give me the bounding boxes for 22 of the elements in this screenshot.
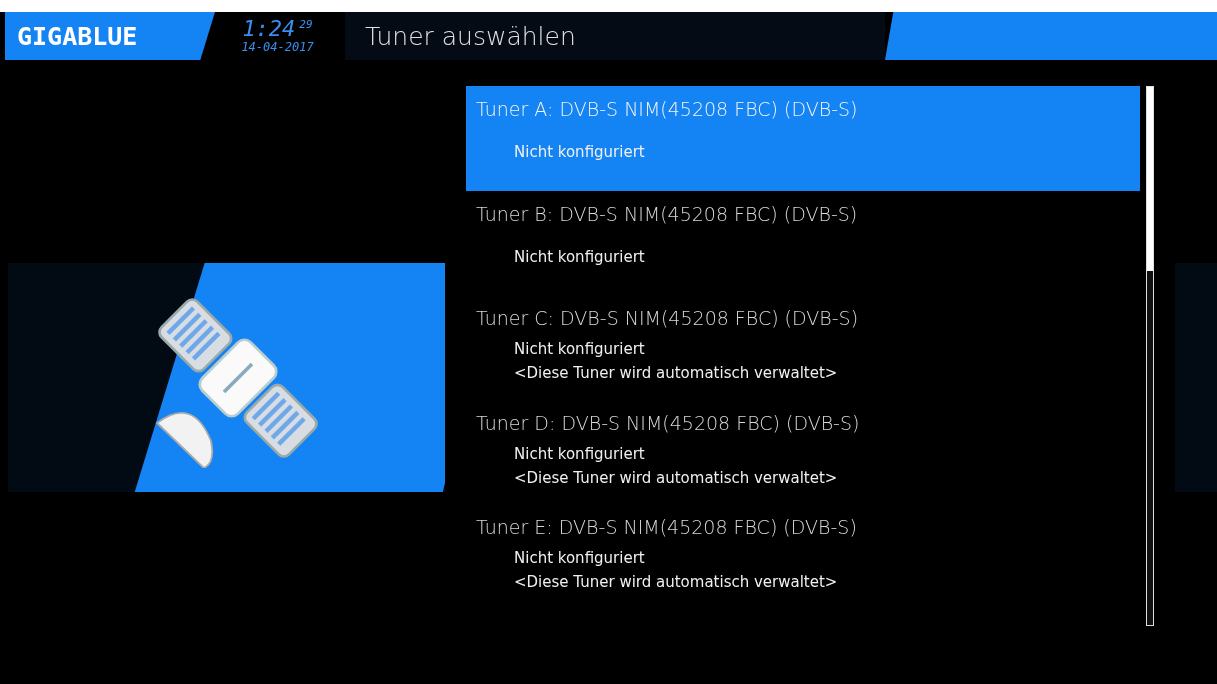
tuner-status: Nicht konfiguriert <box>514 246 646 268</box>
tuner-item[interactable]: Tuner D: DVB-S NIM(45208 FBC) (DVB-S) Nicht konfiguriert <Diese Tuner wird automatisch verwaltet> <box>466 399 1140 504</box>
tuner-item[interactable]: Tuner C: DVB-S NIM(45208 FBC) (DVB-S) Nicht konfiguriert <Diese Tuner wird automatisch verwaltet> <box>466 295 1140 400</box>
tuner-name: Tuner A: DVB-S NIM(45208 FBC) (DVB-S) <box>476 98 859 122</box>
tuner-item[interactable]: Tuner E: DVB-S NIM(45208 FBC) (DVB-S) Nicht konfiguriert <Diese Tuner wird automatisch verwaltet> <box>466 504 1140 609</box>
tuner-item[interactable]: Tuner B: DVB-S NIM(45208 FBC) (DVB-S) Nicht konfiguriert <box>466 190 1140 295</box>
clock-seconds: 29 <box>299 18 313 31</box>
tuner-name: Tuner D: DVB-S NIM(45208 FBC) (DVB-S) <box>476 411 861 436</box>
tuner-status: <Diese Tuner wird automatisch verwaltet> <box>514 572 839 593</box>
clock-date: 14-04-2017 <box>241 40 314 54</box>
tuner-status: Nicht konfiguriert <box>514 443 646 465</box>
tuner-status: Nicht konfiguriert <box>514 548 646 569</box>
brand-logo: GIGABLUE <box>17 21 138 51</box>
tuner-name: Tuner B: DVB-S NIM(45208 FBC) (DVB-S) <box>476 202 859 227</box>
tuner-status: Nicht konfiguriert <box>514 142 646 163</box>
tuner-name: Tuner E: DVB-S NIM(45208 FBC) (DVB-S) <box>476 516 858 540</box>
tuner-status: <Diese Tuner wird automatisch verwaltet> <box>514 363 839 384</box>
clock-time: 1:24 <box>242 18 296 40</box>
screen-title: Tuner auswählen <box>365 21 576 51</box>
tuner-status: Nicht konfiguriert <box>514 339 646 360</box>
tuner-status: <Diese Tuner wird automatisch verwaltet> <box>514 467 839 489</box>
tuner-name: Tuner C: DVB-S NIM(45208 FBC) (DVB-S) <box>476 307 860 331</box>
